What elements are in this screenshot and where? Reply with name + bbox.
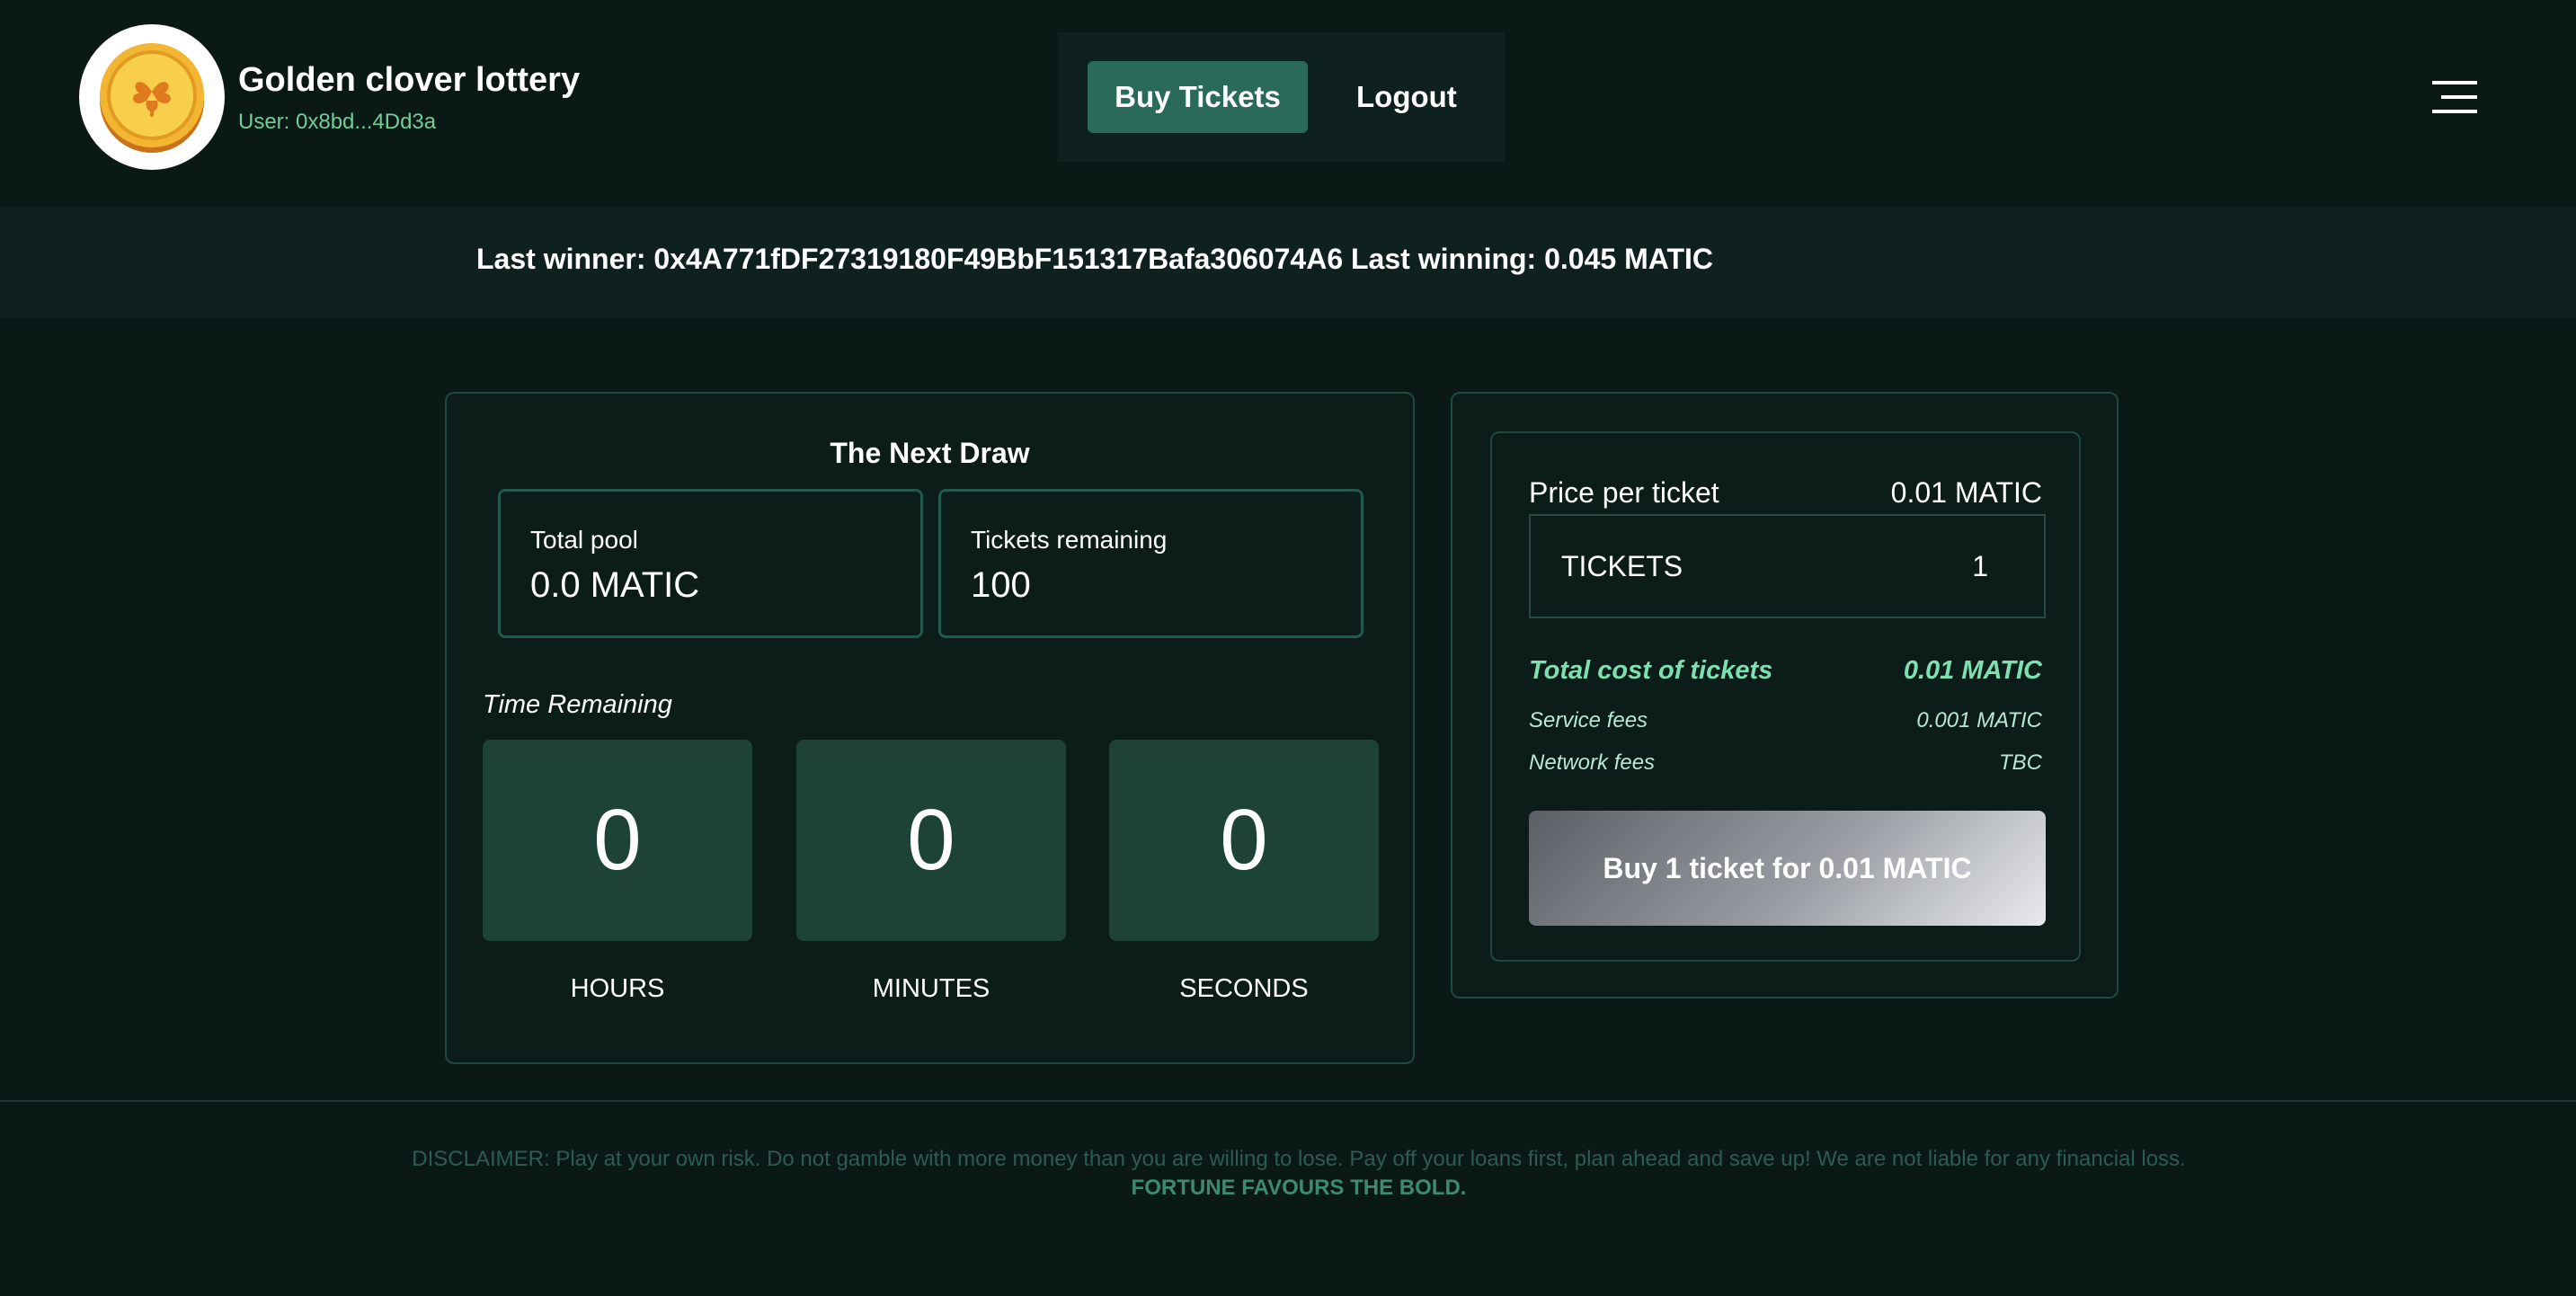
tickets-remaining-value: 100 <box>971 565 1031 605</box>
total-cost-label: Total cost of tickets <box>1529 656 1773 685</box>
last-winner-text: Last winner: 0x4A771fDF27319180F49BbF151… <box>476 243 1713 275</box>
total-pool-label: Total pool <box>530 526 638 554</box>
seconds-label: SECONDS <box>1179 974 1309 1003</box>
last-winner-bar: Last winner: 0x4A771fDF27319180F49BbF151… <box>0 207 2576 318</box>
tickets-quantity-field[interactable]: TICKETS 1 <box>1529 514 2046 618</box>
motto-text: FORTUNE FAVOURS THE BOLD. <box>1131 1176 1467 1200</box>
next-draw-title: The Next Draw <box>830 437 1030 469</box>
next-draw-card: The Next Draw Total pool 0.0 MATIC Ticke… <box>445 392 1415 1064</box>
seconds-value: 0 <box>1109 740 1379 941</box>
tickets-field-label: TICKETS <box>1561 549 1683 582</box>
tickets-remaining-box: Tickets remaining 100 <box>938 489 1364 638</box>
total-pool-box: Total pool 0.0 MATIC <box>498 489 923 638</box>
ticket-purchase-card: Price per ticket 0.01 MATIC TICKETS 1 To… <box>1451 392 2119 999</box>
total-cost-value: 0.01 MATIC <box>1903 656 2042 685</box>
brand-title: Golden clover lottery <box>238 61 581 99</box>
buy-tickets-button[interactable]: Buy Tickets <box>1088 61 1308 133</box>
tickets-field-value[interactable]: 1 <box>1972 550 1988 583</box>
hamburger-menu-icon[interactable] <box>2432 79 2477 115</box>
price-per-ticket-label: Price per ticket <box>1529 476 1719 509</box>
service-fees-value: 0.001 MATIC <box>1916 708 2042 732</box>
network-fees-value: TBC <box>1999 750 2042 775</box>
minutes-label: MINUTES <box>872 974 990 1003</box>
service-fees-label: Service fees <box>1529 708 1648 732</box>
golden-clover-coin-icon <box>100 43 204 153</box>
tickets-remaining-label: Tickets remaining <box>971 526 1168 554</box>
hours-label: HOURS <box>570 974 665 1003</box>
footer: DISCLAIMER: Play at your own risk. Do no… <box>0 1100 2576 1296</box>
ticket-purchase-panel: Price per ticket 0.01 MATIC TICKETS 1 To… <box>1490 431 2081 962</box>
disclaimer-text: DISCLAIMER: Play at your own risk. Do no… <box>412 1147 2186 1171</box>
time-remaining-label: Time Remaining <box>483 690 672 719</box>
total-pool-value: 0.0 MATIC <box>530 565 700 605</box>
network-fees-label: Network fees <box>1529 750 1656 775</box>
logo[interactable] <box>79 24 225 170</box>
minutes-value: 0 <box>796 740 1066 941</box>
logout-button[interactable]: Logout <box>1351 79 1462 115</box>
buy-ticket-button[interactable]: Buy 1 ticket for 0.01 MATIC <box>1529 811 2046 926</box>
hours-value: 0 <box>483 740 752 941</box>
price-per-ticket-value: 0.01 MATIC <box>1890 476 2042 509</box>
user-address: User: 0x8bd...4Dd3a <box>238 110 437 134</box>
app-header: Golden clover lottery User: 0x8bd...4Dd3… <box>0 0 2576 207</box>
top-nav: Buy Tickets Logout <box>1058 32 1505 162</box>
